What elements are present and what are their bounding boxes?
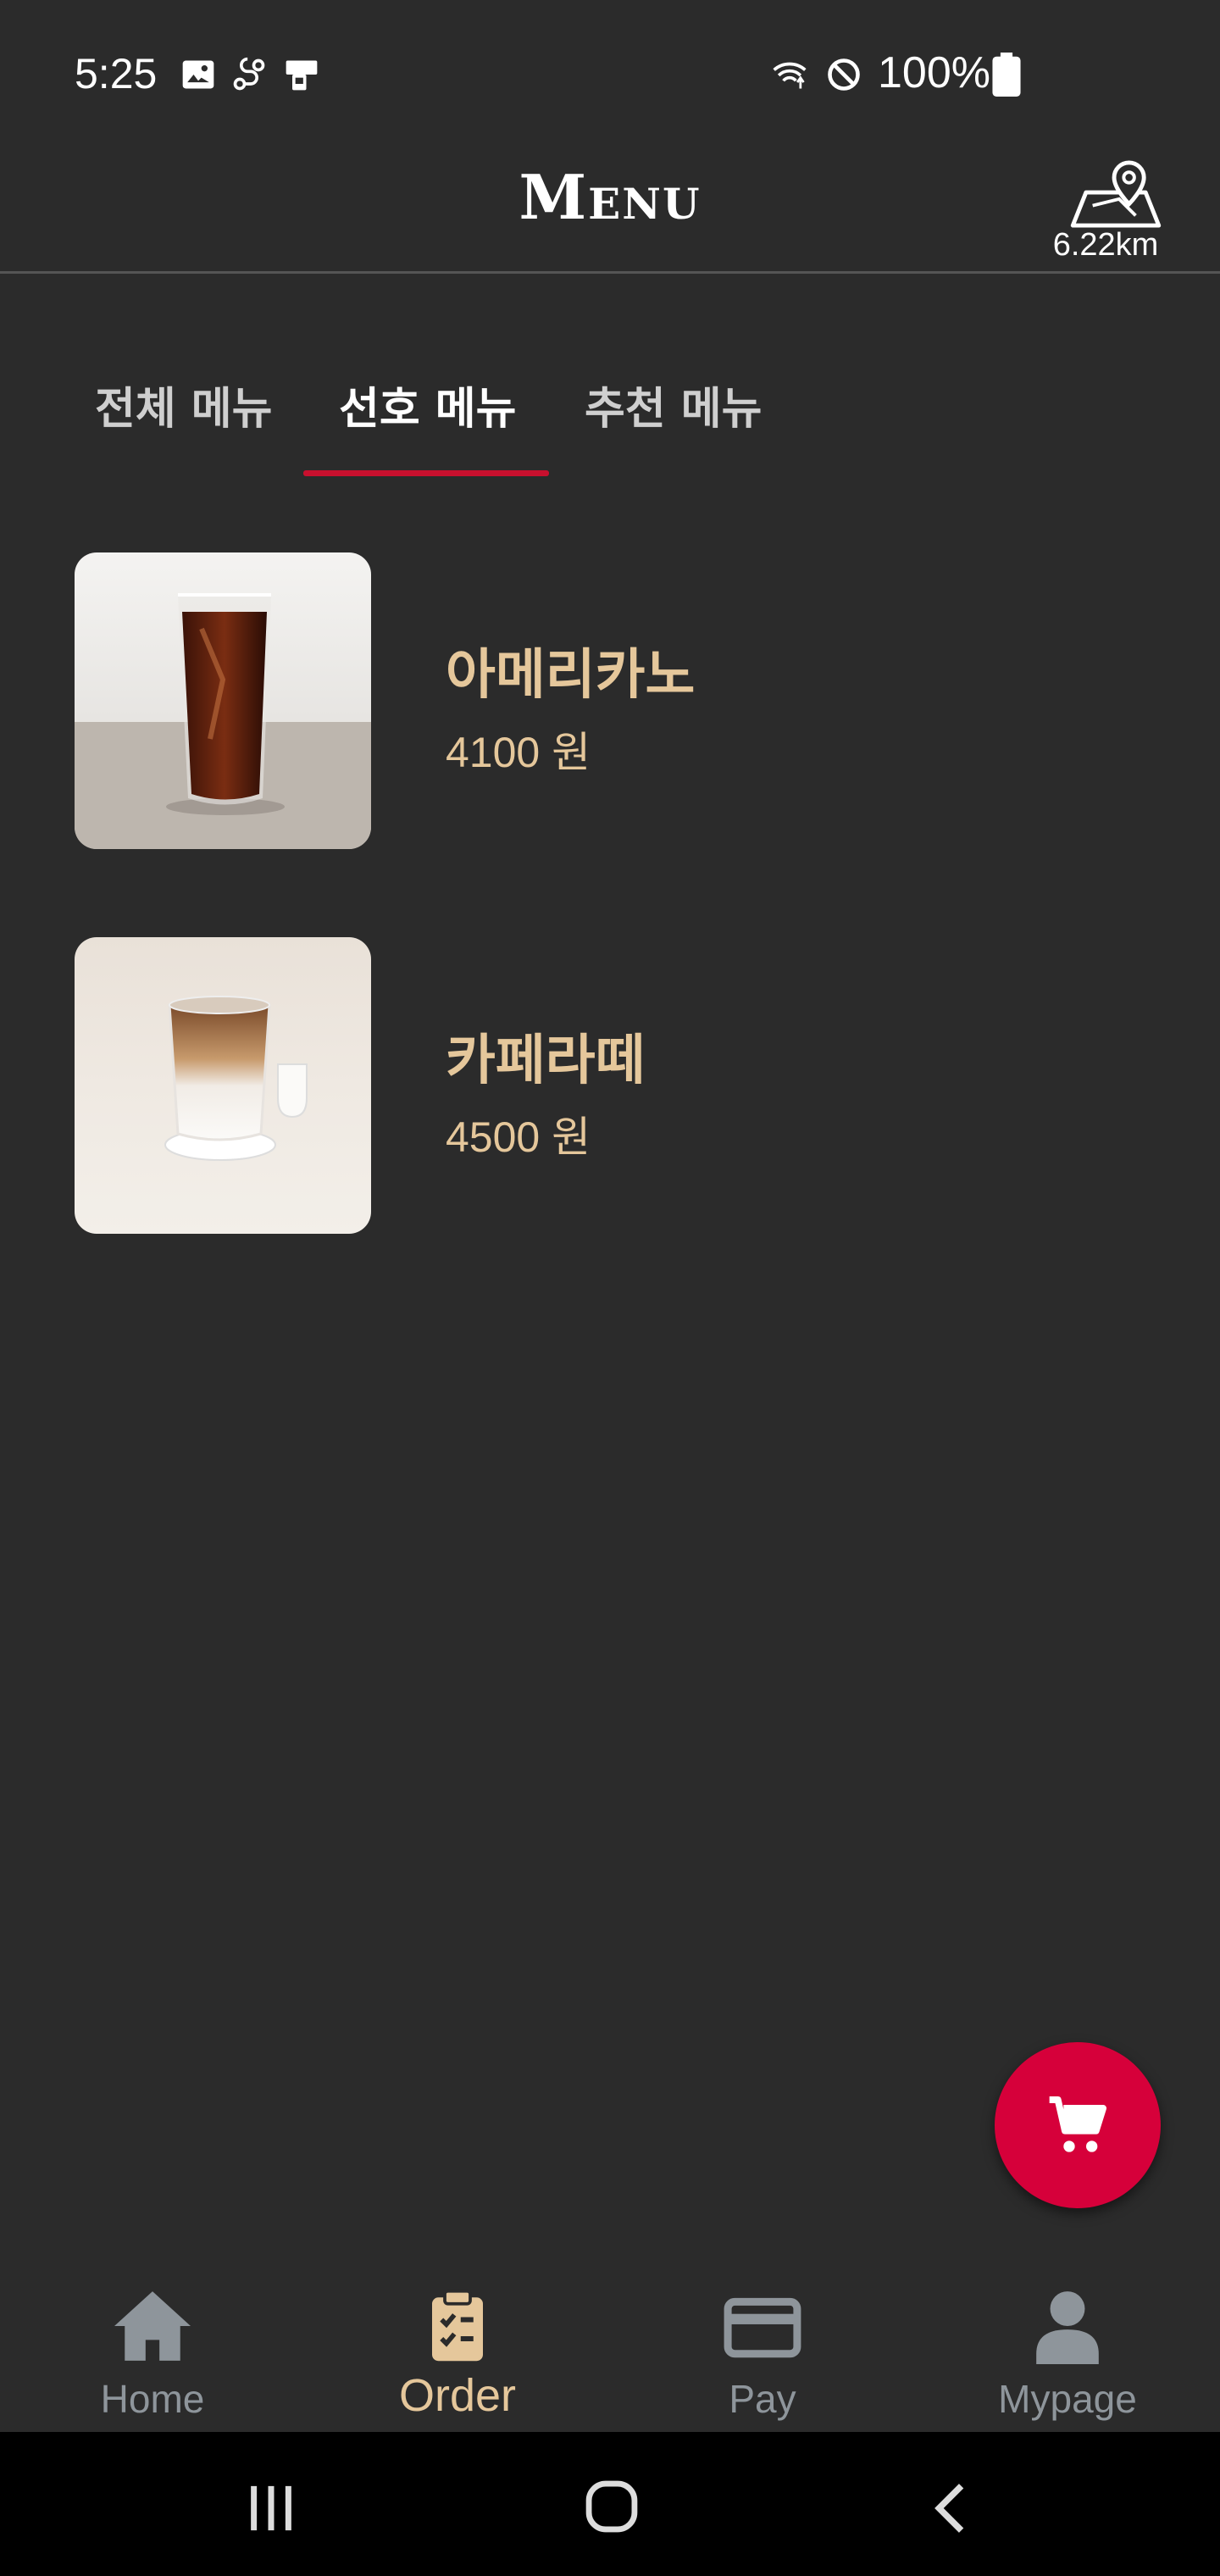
item-price: 4500 원 [446, 1113, 591, 1161]
back-icon[interactable] [930, 2481, 973, 2535]
route-icon [233, 57, 265, 91]
do-not-disturb-icon [828, 58, 860, 91]
nav-home[interactable]: Home [34, 2288, 271, 2422]
recent-apps-icon[interactable] [241, 2481, 301, 2535]
status-bar: 5:25 100% [0, 0, 1220, 136]
item-name[interactable]: 아메리카노 [446, 631, 695, 709]
iced-cafe-latte-photo[interactable] [75, 937, 371, 1234]
status-time: 5:25 [75, 50, 158, 97]
gallery-icon [182, 60, 214, 89]
home-icon [114, 2291, 191, 2361]
battery-icon [992, 53, 1021, 97]
nav-mypage-label: Mypage [998, 2377, 1137, 2421]
home-system-icon[interactable] [583, 2478, 640, 2535]
system-navigation-bar [0, 2432, 1220, 2576]
device-icon [286, 60, 318, 91]
nav-home-label: Home [100, 2377, 205, 2421]
tab-recommended-menu[interactable]: 추천 메뉴 [585, 373, 762, 436]
active-tab-indicator [303, 470, 549, 476]
tab-favorite-menu[interactable]: 선호 메뉴 [339, 373, 516, 436]
cart-icon [1049, 2096, 1106, 2152]
card-icon [724, 2297, 801, 2358]
item-price: 4100 원 [446, 729, 591, 776]
item-name[interactable]: 카페라떼 [446, 1017, 646, 1095]
iced-americano-photo[interactable] [75, 552, 371, 849]
tab-all-menu[interactable]: 전체 메뉴 [95, 373, 272, 436]
clipboard-check-icon [432, 2289, 483, 2362]
nav-order[interactable]: Order [339, 2288, 576, 2422]
nav-pay[interactable]: Pay [644, 2288, 881, 2422]
nav-pay-label: Pay [729, 2377, 796, 2421]
battery-text: 100% [878, 48, 990, 97]
user-icon [1036, 2291, 1099, 2364]
map-pin-icon[interactable] [1069, 159, 1162, 229]
cart-button[interactable] [995, 2042, 1161, 2208]
wifi-icon [773, 62, 807, 89]
page-title: Menu [518, 161, 702, 233]
nav-order-label: Order [398, 2370, 517, 2421]
nav-mypage[interactable]: Mypage [949, 2288, 1186, 2422]
header-divider [0, 271, 1220, 274]
distance-label: 6.22km [1052, 227, 1159, 263]
